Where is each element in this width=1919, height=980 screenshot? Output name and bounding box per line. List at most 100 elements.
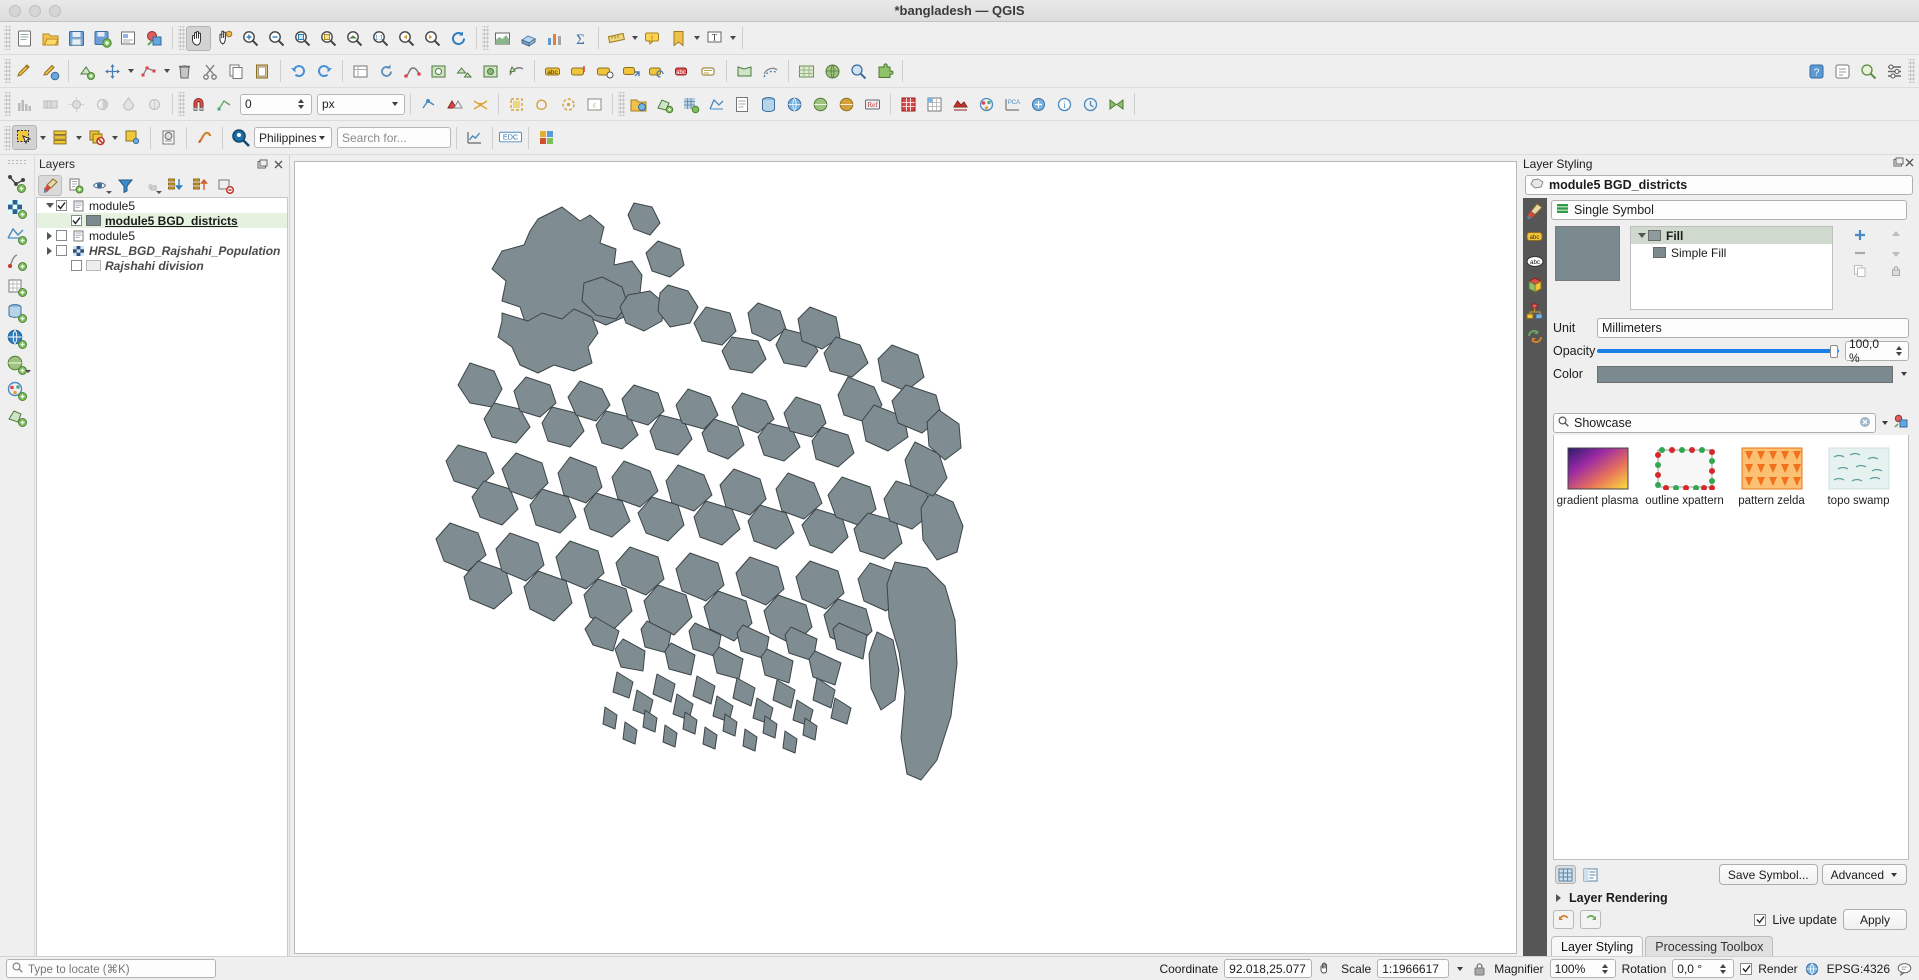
layer-rendering-section[interactable]: Layer Rendering [1547, 885, 1913, 905]
zoom-next-icon[interactable] [420, 26, 445, 51]
add-virtual-layer2-icon[interactable] [3, 379, 31, 403]
open-layer-styling-panel-button[interactable] [38, 174, 62, 196]
add-spatialite-icon[interactable] [922, 92, 947, 117]
save-symbol-button[interactable]: Save Symbol... [1718, 864, 1818, 885]
close-panel-button[interactable] [272, 158, 285, 171]
add-wcs-icon[interactable] [808, 92, 833, 117]
opacity-slider[interactable] [1597, 344, 1839, 358]
new-3d-map-view-icon[interactable] [516, 26, 541, 51]
list-view-icon[interactable] [1580, 865, 1601, 884]
select-by-location-caret[interactable] [74, 125, 83, 150]
expander-icon[interactable] [43, 203, 56, 208]
copy-features-icon[interactable] [224, 59, 249, 84]
filter-legend-expression-button[interactable]: ε [138, 175, 162, 196]
deselect-dropdown-caret[interactable] [110, 125, 119, 150]
metasearch-icon[interactable] [846, 59, 871, 84]
filter-legend-button[interactable] [113, 175, 137, 196]
undock-panel-button[interactable] [1893, 157, 1904, 171]
options-icon[interactable] [1882, 59, 1907, 84]
show-processing-icon[interactable] [192, 125, 217, 150]
save-project-as-icon[interactable] [90, 26, 115, 51]
snapping-tolerance-field[interactable]: 0 [240, 93, 312, 115]
style-manager-icon[interactable] [1894, 414, 1909, 432]
change-label-icon[interactable]: abc [670, 59, 695, 84]
move-dropdown-caret[interactable] [126, 59, 135, 84]
show-hide-labels-icon[interactable] [592, 59, 617, 84]
search-input[interactable]: Search for... [337, 127, 451, 148]
lock-scale-icon[interactable] [1471, 960, 1488, 977]
add-oracle-icon[interactable] [948, 92, 973, 117]
rotation-field[interactable]: 0,0 ° [1672, 959, 1735, 978]
symbology-tab-icon[interactable] [1525, 202, 1545, 220]
undo-redo-tab-icon[interactable] [1525, 327, 1545, 345]
close-panel-button[interactable] [1904, 157, 1915, 171]
scale-field[interactable]: 1:1966617 [1377, 959, 1450, 978]
add-spatialite-layer-icon[interactable] [3, 275, 31, 299]
add-feature-icon[interactable] [74, 59, 99, 84]
pan-map-icon[interactable] [186, 25, 211, 51]
add-virtual-layer-icon[interactable] [974, 92, 999, 117]
data-source-manager-icon[interactable] [1026, 92, 1051, 117]
select-polygon-icon[interactable] [504, 92, 529, 117]
manage-layer-visibility-button[interactable] [88, 175, 112, 196]
help-contents-icon[interactable]: ? [1804, 59, 1829, 84]
toolbar-grip[interactable] [482, 26, 489, 50]
showcase-item[interactable]: gradient plasma [1557, 447, 1638, 507]
raster-saturation-icon[interactable] [116, 92, 141, 117]
modify-attributes-icon[interactable] [348, 59, 373, 84]
add-wms-icon[interactable] [782, 92, 807, 117]
renderer-selector[interactable]: Single Symbol [1551, 200, 1907, 220]
select-dropdown-caret[interactable] [38, 125, 47, 150]
cut-features-icon[interactable] [198, 59, 223, 84]
node-dropdown-caret[interactable] [162, 59, 171, 84]
node-tool-icon[interactable] [136, 59, 161, 84]
locator-magnifier-icon[interactable] [228, 125, 253, 150]
lock-icon[interactable] [1888, 264, 1904, 278]
locator-filter-select[interactable]: Philippines [254, 127, 332, 148]
down-arrow-icon[interactable] [1888, 246, 1904, 260]
coordinate-field[interactable]: 92.018,25.077 [1224, 959, 1313, 978]
paste-features-icon[interactable] [250, 59, 275, 84]
undo-icon[interactable] [286, 59, 311, 84]
colorful-plugin-icon[interactable] [534, 125, 559, 150]
zoom-in-icon[interactable] [238, 26, 263, 51]
toolbar-grip[interactable] [618, 92, 625, 116]
select-expression-icon[interactable]: ε [582, 92, 607, 117]
label-icon[interactable]: abc [540, 59, 565, 84]
toolbar-grip[interactable] [1908, 59, 1915, 83]
raster-hue-icon[interactable] [142, 92, 167, 117]
fill-ring-icon[interactable] [478, 59, 503, 84]
zoom-to-selection-icon[interactable] [316, 26, 341, 51]
expander-icon[interactable] [1635, 233, 1648, 238]
statistics-icon[interactable] [462, 125, 487, 150]
slider-knob[interactable] [1830, 344, 1838, 358]
scale-dropdown-caret[interactable] [1455, 967, 1465, 971]
toolbar-grip[interactable] [7, 159, 27, 166]
magnet-snapping-icon[interactable] [186, 92, 211, 117]
showcase-item[interactable]: outline xpattern [1645, 447, 1724, 507]
simplify-feature-icon[interactable] [400, 59, 425, 84]
move-feature-icon[interactable] [100, 59, 125, 84]
live-update-checkbox[interactable] [1754, 913, 1767, 926]
symbol-layer-tree[interactable]: Fill Simple Fill [1630, 226, 1833, 310]
add-wfs-icon[interactable] [834, 92, 859, 117]
layer-visibility-checkbox[interactable] [56, 230, 67, 241]
showcase-item[interactable]: pattern zelda [1734, 447, 1809, 507]
add-raster-layer-icon[interactable] [678, 92, 703, 117]
bowtie-icon[interactable] [1104, 92, 1129, 117]
add-ring-icon[interactable] [426, 59, 451, 84]
layer-visibility-checkbox[interactable] [56, 200, 67, 211]
show-bookmarks-icon[interactable] [666, 26, 691, 51]
diagrams-tab-icon[interactable] [1525, 302, 1545, 320]
raster-stretch-icon[interactable] [38, 92, 63, 117]
layer-selector[interactable]: module5 BGD_districts [1525, 175, 1913, 195]
toolbar-grip[interactable] [4, 92, 11, 116]
select-freehand-icon[interactable] [530, 92, 555, 117]
add-vector-layer-icon[interactable] [652, 92, 677, 117]
tab-layer-styling[interactable]: Layer Styling [1551, 936, 1644, 956]
add-raster-icon[interactable] [3, 197, 31, 221]
snapping-tolerance-stepper[interactable] [295, 95, 307, 114]
highlight-pinned-labels-icon[interactable] [696, 59, 721, 84]
layer-tree-row[interactable]: Rajshahi division [37, 258, 287, 273]
layer-visibility-checkbox[interactable] [71, 215, 82, 226]
